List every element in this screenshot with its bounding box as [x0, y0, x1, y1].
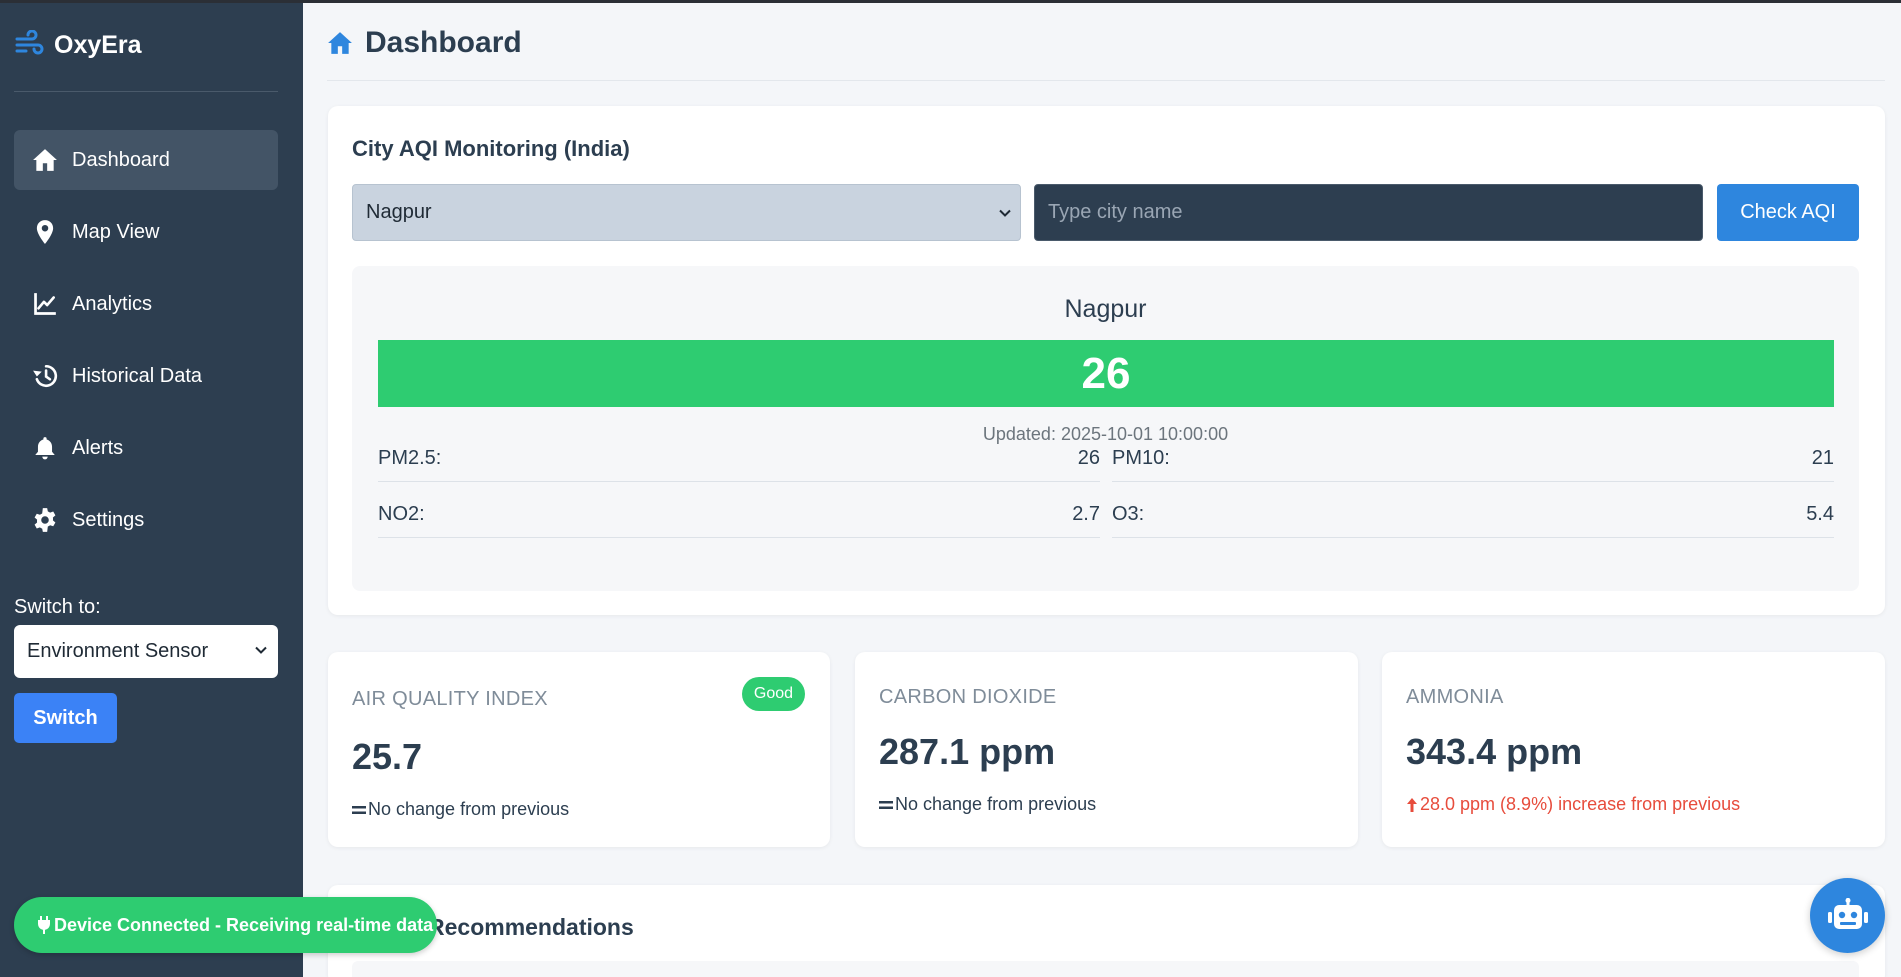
pollutant-label: O3: [1112, 503, 1145, 525]
pollutant-row: PM2.5: 26 [378, 436, 1100, 482]
plug-icon [38, 916, 50, 934]
city-select[interactable]: Nagpur [352, 184, 1021, 241]
sidebar-item-label: Historical Data [72, 364, 203, 387]
pollutant-row: O3: 5.4 [1112, 492, 1834, 538]
sidebar-item-settings[interactable]: Settings [14, 490, 278, 550]
arrow-up-icon [1407, 797, 1417, 812]
metric-title: AIR QUALITY INDEX [352, 688, 548, 710]
sidebar-item-dashboard[interactable]: Dashboard [14, 130, 278, 190]
equals-icon [879, 800, 893, 809]
page-header: Dashboard [327, 26, 522, 60]
connection-status-banner: Device Connected - Receiving real-time d… [14, 897, 437, 953]
switch-label: Switch to: [14, 596, 101, 618]
pollutant-value: 26 [1077, 447, 1100, 469]
metric-value: 287.1 ppm [879, 731, 1056, 772]
recommendations-card: Recommendations [328, 885, 1885, 977]
metric-title: AMMONIA [1406, 686, 1504, 708]
city-search-input[interactable] [1034, 184, 1703, 241]
metric-change: No change from previous [352, 799, 569, 820]
pollutant-value: 21 [1811, 447, 1834, 469]
sidebar-item-alerts[interactable]: Alerts [14, 418, 278, 478]
device-switch-value: Environment Sensor [27, 640, 209, 662]
chatbot-button[interactable] [1810, 878, 1885, 953]
pollutant-value: 5.4 [1806, 503, 1834, 525]
sidebar-item-label: Dashboard [72, 148, 170, 171]
sidebar-item-label: Map View [72, 220, 160, 243]
gear-icon [34, 508, 56, 532]
metric-card-ammonia: AMMONIA 343.4 ppm 28.0 ppm (8.9%) increa… [1382, 652, 1885, 847]
wind-icon [15, 30, 44, 55]
connection-status-text: Device Connected - Receiving real-time d… [54, 914, 434, 935]
sidebar: OxyEra Dashboard Map View Analytics Hist… [0, 0, 303, 977]
sidebar-item-analytics[interactable]: Analytics [14, 274, 278, 334]
device-switch-select[interactable]: Environment Sensor [14, 625, 278, 678]
metric-value: 343.4 ppm [1406, 731, 1583, 772]
brand-divider [14, 91, 278, 92]
brand-name: OxyEra [54, 30, 142, 59]
home-icon [33, 149, 57, 171]
recommendations-title: Recommendations [428, 914, 634, 940]
chevron-down-icon [255, 646, 267, 654]
home-icon [328, 32, 352, 54]
sidebar-item-label: Analytics [72, 292, 153, 315]
sidebar-item-label: Settings [72, 508, 145, 531]
aqi-result-panel: Nagpur 26 Updated: 2025-10-01 10:00:00 P… [352, 266, 1859, 591]
aqi-value-bar: 26 [378, 340, 1834, 407]
metric-title: CARBON DIOXIDE [879, 686, 1057, 708]
metric-card-carbon-dioxide: CARBON DIOXIDE 287.1 ppm No change from … [855, 652, 1358, 847]
sidebar-item-historical-data[interactable]: Historical Data [14, 346, 278, 406]
bell-icon [35, 437, 55, 460]
map-pin-icon [36, 220, 54, 244]
pollutant-value: 2.7 [1072, 503, 1100, 525]
metric-card-aqi: AIR QUALITY INDEX Good 25.7 No change fr… [328, 652, 830, 847]
metric-change: No change from previous [879, 794, 1096, 815]
metric-change-text: No change from previous [368, 799, 570, 819]
robot-icon [1827, 897, 1868, 929]
equals-icon [352, 805, 366, 814]
sidebar-item-label: Alerts [72, 436, 124, 459]
check-aqi-button[interactable]: Check AQI [1717, 184, 1859, 241]
city-aqi-title: City AQI Monitoring (India) [352, 136, 630, 161]
city-aqi-card: City AQI Monitoring (India) Nagpur Check… [328, 106, 1885, 615]
page-title: Dashboard [365, 26, 522, 59]
history-icon [33, 364, 58, 388]
header-divider [327, 80, 1885, 81]
city-select-value: Nagpur [366, 201, 432, 223]
sidebar-nav: Dashboard Map View Analytics Historical … [14, 130, 278, 562]
metric-value: 25.7 [352, 736, 423, 777]
pollutant-row: NO2: 2.7 [378, 492, 1100, 538]
aqi-result-city: Nagpur [1064, 295, 1147, 323]
brand[interactable]: OxyEra [14, 30, 142, 60]
pollutant-row: PM10: 21 [1112, 436, 1834, 482]
metric-change-text: 28.0 ppm (8.9%) increase from previous [1420, 794, 1741, 814]
sidebar-item-map-view[interactable]: Map View [14, 202, 278, 262]
window-top-border [0, 0, 1901, 3]
chart-line-icon [34, 293, 56, 315]
metric-change: 28.0 ppm (8.9%) increase from previous [1406, 794, 1740, 815]
pollutant-label: NO2: [378, 503, 425, 525]
pollutant-label: PM2.5: [378, 447, 442, 469]
status-badge: Good [742, 677, 805, 711]
switch-button[interactable]: Switch [14, 693, 117, 743]
recommendations-list [352, 961, 1859, 977]
pollutant-label: PM10: [1112, 447, 1170, 469]
chevron-down-icon [999, 209, 1011, 217]
metric-change-text: No change from previous [895, 794, 1097, 814]
